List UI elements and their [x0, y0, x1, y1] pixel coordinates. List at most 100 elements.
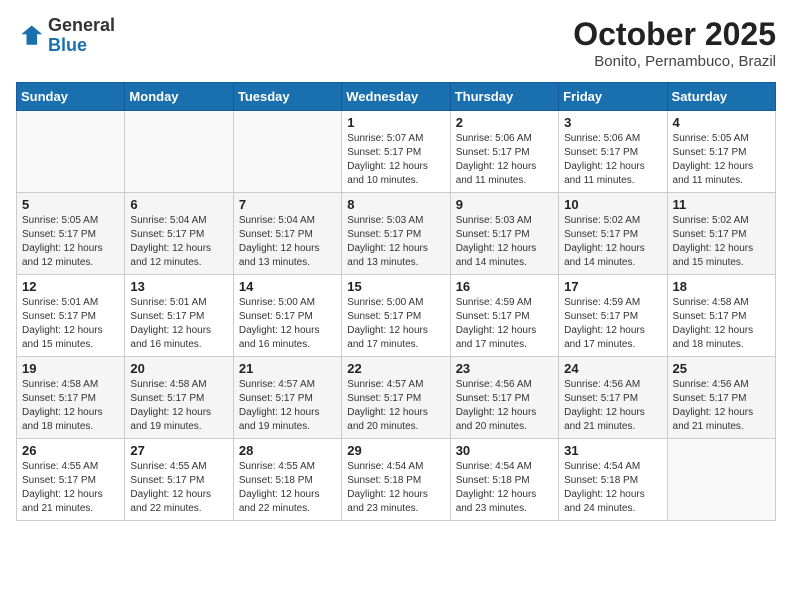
weekday-header-row: SundayMondayTuesdayWednesdayThursdayFrid… — [17, 83, 776, 111]
day-info: Sunrise: 5:06 AM Sunset: 5:17 PM Dayligh… — [564, 132, 661, 188]
calendar-week-4: 19Sunrise: 4:58 AM Sunset: 5:17 PM Dayli… — [17, 357, 776, 439]
day-info: Sunrise: 5:06 AM Sunset: 5:17 PM Dayligh… — [456, 132, 553, 188]
logo: General Blue — [16, 16, 115, 56]
day-number: 23 — [456, 361, 553, 376]
title-block: October 2025 Bonito, Pernambuco, Brazil — [573, 16, 776, 70]
calendar-cell: 10 Sunrise: 5:02 AM Sunset: 5:17 PM Dayli… — [559, 193, 667, 275]
calendar-cell: 2 Sunrise: 5:06 AM Sunset: 5:17 PM Daylig… — [450, 111, 558, 193]
day-number: 1 — [347, 115, 444, 130]
calendar-cell: 22 Sunrise: 4:57 AM Sunset: 5:17 PM Dayli… — [342, 357, 450, 439]
day-number: 13 — [130, 279, 227, 294]
day-info: Sunrise: 4:57 AM Sunset: 5:17 PM Dayligh… — [347, 378, 444, 434]
calendar-cell: 17 Sunrise: 4:59 AM Sunset: 5:17 PM Dayli… — [559, 275, 667, 357]
weekday-header-monday: Monday — [125, 83, 233, 111]
calendar-cell: 3Sunrise: 5:06 AM Sunset: 5:17 PM Daylig… — [559, 111, 667, 193]
day-info: Sunrise: 5:01 AM Sunset: 5:17 PM Dayligh… — [22, 296, 119, 352]
day-number: 2 — [456, 115, 553, 130]
calendar-cell: 18 Sunrise: 4:58 AM Sunset: 5:17 PM Dayli… — [667, 275, 775, 357]
location: Bonito, Pernambuco, Brazil — [573, 53, 776, 70]
day-info: Sunrise: 4:54 AM Sunset: 5:18 PM Dayligh… — [564, 460, 661, 516]
day-info: Sunrise: 5:03 AM Sunset: 5:17 PM Dayligh… — [347, 214, 444, 270]
calendar-cell: 7Sunrise: 5:04 AM Sunset: 5:17 PM Daylig… — [233, 193, 341, 275]
day-info: Sunrise: 5:03 AM Sunset: 5:17 PM Dayligh… — [456, 214, 553, 270]
day-info: Sunrise: 4:55 AM Sunset: 5:17 PM Dayligh… — [22, 460, 119, 516]
day-info: Sunrise: 5:01 AM Sunset: 5:17 PM Dayligh… — [130, 296, 227, 352]
calendar-cell: 9Sunrise: 5:03 AM Sunset: 5:17 PM Daylig… — [450, 193, 558, 275]
day-info: Sunrise: 4:54 AM Sunset: 5:18 PM Dayligh… — [456, 460, 553, 516]
calendar-cell — [233, 111, 341, 193]
day-number: 4 — [673, 115, 770, 130]
day-number: 5 — [22, 197, 119, 212]
day-number: 12 — [22, 279, 119, 294]
calendar-cell: 4 Sunrise: 5:05 AM Sunset: 5:17 PM Daylig… — [667, 111, 775, 193]
day-number: 28 — [239, 443, 336, 458]
calendar-cell: 28 Sunrise: 4:55 AM Sunset: 5:18 PM Dayli… — [233, 439, 341, 521]
calendar-cell: 6 Sunrise: 5:04 AM Sunset: 5:17 PM Daylig… — [125, 193, 233, 275]
weekday-header-wednesday: Wednesday — [342, 83, 450, 111]
calendar-week-5: 26 Sunrise: 4:55 AM Sunset: 5:17 PM Dayli… — [17, 439, 776, 521]
calendar-cell: 12 Sunrise: 5:01 AM Sunset: 5:17 PM Dayli… — [17, 275, 125, 357]
calendar-week-1: 1 Sunrise: 5:07 AM Sunset: 5:17 PM Daylig… — [17, 111, 776, 193]
calendar-cell: 27 Sunrise: 4:55 AM Sunset: 5:17 PM Dayli… — [125, 439, 233, 521]
calendar-cell: 21 Sunrise: 4:57 AM Sunset: 5:17 PM Dayli… — [233, 357, 341, 439]
weekday-header-thursday: Thursday — [450, 83, 558, 111]
day-number: 15 — [347, 279, 444, 294]
day-info: Sunrise: 4:55 AM Sunset: 5:17 PM Dayligh… — [130, 460, 227, 516]
calendar-cell: 16 Sunrise: 4:59 AM Sunset: 5:17 PM Dayli… — [450, 275, 558, 357]
calendar-cell: 29Sunrise: 4:54 AM Sunset: 5:18 PM Dayli… — [342, 439, 450, 521]
logo-icon — [16, 22, 44, 50]
day-info: Sunrise: 5:04 AM Sunset: 5:17 PM Dayligh… — [130, 214, 227, 270]
calendar-cell: 11Sunrise: 5:02 AM Sunset: 5:17 PM Dayli… — [667, 193, 775, 275]
calendar-cell: 13 Sunrise: 5:01 AM Sunset: 5:17 PM Dayli… — [125, 275, 233, 357]
weekday-header-saturday: Saturday — [667, 83, 775, 111]
day-number: 14 — [239, 279, 336, 294]
calendar-cell — [17, 111, 125, 193]
day-info: Sunrise: 4:56 AM Sunset: 5:17 PM Dayligh… — [564, 378, 661, 434]
day-number: 24 — [564, 361, 661, 376]
day-number: 31 — [564, 443, 661, 458]
calendar-cell: 19Sunrise: 4:58 AM Sunset: 5:17 PM Dayli… — [17, 357, 125, 439]
day-number: 16 — [456, 279, 553, 294]
day-info: Sunrise: 4:59 AM Sunset: 5:17 PM Dayligh… — [456, 296, 553, 352]
day-number: 18 — [673, 279, 770, 294]
day-number: 11 — [673, 197, 770, 212]
day-info: Sunrise: 5:02 AM Sunset: 5:17 PM Dayligh… — [564, 214, 661, 270]
day-number: 27 — [130, 443, 227, 458]
day-info: Sunrise: 4:57 AM Sunset: 5:17 PM Dayligh… — [239, 378, 336, 434]
weekday-header-tuesday: Tuesday — [233, 83, 341, 111]
logo-general: General — [48, 15, 115, 35]
page-header: General Blue October 2025 Bonito, Pernam… — [16, 16, 776, 70]
day-number: 30 — [456, 443, 553, 458]
calendar-table: SundayMondayTuesdayWednesdayThursdayFrid… — [16, 82, 776, 521]
day-number: 25 — [673, 361, 770, 376]
day-info: Sunrise: 4:55 AM Sunset: 5:18 PM Dayligh… — [239, 460, 336, 516]
day-info: Sunrise: 4:58 AM Sunset: 5:17 PM Dayligh… — [673, 296, 770, 352]
calendar-cell: 14 Sunrise: 5:00 AM Sunset: 5:17 PM Dayli… — [233, 275, 341, 357]
calendar-cell — [125, 111, 233, 193]
calendar-cell: 24 Sunrise: 4:56 AM Sunset: 5:17 PM Dayli… — [559, 357, 667, 439]
calendar-cell: 31 Sunrise: 4:54 AM Sunset: 5:18 PM Dayli… — [559, 439, 667, 521]
day-number: 10 — [564, 197, 661, 212]
day-info: Sunrise: 4:59 AM Sunset: 5:17 PM Dayligh… — [564, 296, 661, 352]
day-number: 17 — [564, 279, 661, 294]
day-info: Sunrise: 5:05 AM Sunset: 5:17 PM Dayligh… — [673, 132, 770, 188]
day-number: 22 — [347, 361, 444, 376]
day-number: 26 — [22, 443, 119, 458]
logo-text: General Blue — [48, 16, 115, 56]
day-info: Sunrise: 5:07 AM Sunset: 5:17 PM Dayligh… — [347, 132, 444, 188]
calendar-cell: 23 Sunrise: 4:56 AM Sunset: 5:17 PM Dayli… — [450, 357, 558, 439]
day-info: Sunrise: 4:56 AM Sunset: 5:17 PM Dayligh… — [673, 378, 770, 434]
day-info: Sunrise: 5:00 AM Sunset: 5:17 PM Dayligh… — [347, 296, 444, 352]
day-info: Sunrise: 5:04 AM Sunset: 5:17 PM Dayligh… — [239, 214, 336, 270]
day-number: 21 — [239, 361, 336, 376]
calendar-cell: 1 Sunrise: 5:07 AM Sunset: 5:17 PM Daylig… — [342, 111, 450, 193]
weekday-header-sunday: Sunday — [17, 83, 125, 111]
calendar-cell: 26 Sunrise: 4:55 AM Sunset: 5:17 PM Dayli… — [17, 439, 125, 521]
day-info: Sunrise: 5:00 AM Sunset: 5:17 PM Dayligh… — [239, 296, 336, 352]
day-number: 20 — [130, 361, 227, 376]
calendar-cell: 15 Sunrise: 5:00 AM Sunset: 5:17 PM Dayli… — [342, 275, 450, 357]
day-number: 6 — [130, 197, 227, 212]
day-info: Sunrise: 4:54 AM Sunset: 5:18 PM Dayligh… — [347, 460, 444, 516]
calendar-cell: 8Sunrise: 5:03 AM Sunset: 5:17 PM Daylig… — [342, 193, 450, 275]
day-info: Sunrise: 4:56 AM Sunset: 5:17 PM Dayligh… — [456, 378, 553, 434]
